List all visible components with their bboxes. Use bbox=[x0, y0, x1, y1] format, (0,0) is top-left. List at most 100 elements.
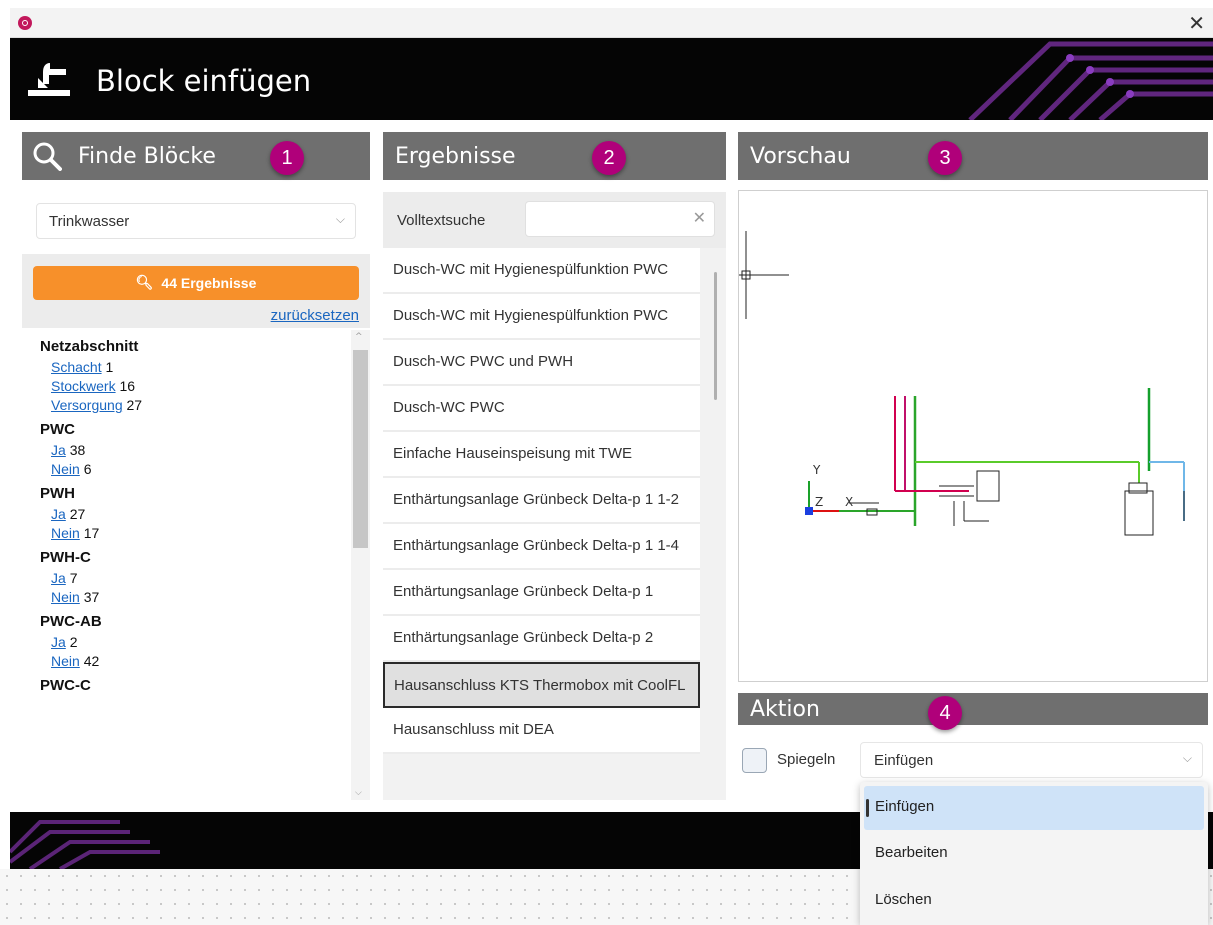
axis-y-label: Y bbox=[812, 463, 821, 477]
facet-count: 38 bbox=[69, 442, 86, 458]
result-item[interactable]: Enthärtungsanlage Grünbeck Delta-p 1 bbox=[383, 570, 700, 616]
result-item[interactable]: Dusch-WC mit Hygienespülfunktion PWC bbox=[383, 248, 700, 294]
dropdown-option-delete[interactable]: Löschen bbox=[860, 877, 1208, 924]
result-item[interactable]: Enthärtungsanlage Grünbeck Delta-p 2 bbox=[383, 616, 700, 662]
preview-title: Vorschau bbox=[750, 143, 851, 169]
action-mode-dropdown: Einfügen Bearbeiten Löschen bbox=[860, 782, 1208, 925]
facet-count: 7 bbox=[69, 570, 78, 586]
chevron-down-icon: ⌵ bbox=[335, 212, 345, 226]
axis-z-label: Z bbox=[815, 495, 823, 509]
step-badge-2: 2 bbox=[592, 141, 626, 175]
facet-title: PWC bbox=[40, 421, 75, 438]
action-header: Aktion bbox=[738, 693, 1208, 725]
fulltext-search-label: Volltextsuche bbox=[397, 212, 486, 229]
facet-title: PWC-C bbox=[40, 677, 91, 694]
results-list: Dusch-WC mit Hygienespülfunktion PWC Dus… bbox=[383, 248, 726, 800]
facet-link[interactable]: Ja bbox=[51, 506, 66, 522]
result-item[interactable]: Enthärtungsanlage Grünbeck Delta-p 1 1-4 bbox=[383, 524, 700, 570]
facet-group: PWC Ja 38 Nein 6 bbox=[22, 421, 352, 477]
facet-link[interactable]: Nein bbox=[51, 461, 80, 477]
results-title: Ergebnisse bbox=[395, 143, 516, 169]
axis-x-label: X bbox=[845, 495, 853, 509]
step-badge-1: 1 bbox=[270, 141, 304, 175]
facet-group: PWH Ja 27 Nein 17 bbox=[22, 485, 352, 541]
facet-row: Ja 38 bbox=[51, 442, 352, 458]
facet-link[interactable]: Ja bbox=[51, 570, 66, 586]
result-item[interactable]: Dusch-WC PWC bbox=[383, 386, 700, 432]
block-drawing: Y Z X bbox=[739, 231, 1185, 536]
find-blocks-header: Finde Blöcke bbox=[22, 132, 370, 180]
facet-row: Nein 6 bbox=[51, 461, 352, 477]
facet-count: 16 bbox=[119, 378, 136, 394]
result-item[interactable]: Dusch-WC PWC und PWH bbox=[383, 340, 700, 386]
result-item[interactable]: Hausanschluss mit DEA bbox=[383, 708, 700, 754]
facet-link[interactable]: Nein bbox=[51, 525, 80, 541]
insert-block-icon bbox=[28, 63, 70, 96]
result-item[interactable]: Dusch-WC mit Hygienespülfunktion PWC bbox=[383, 294, 700, 340]
result-item[interactable]: Einfache Hauseinspeisung mit TWE bbox=[383, 432, 700, 478]
facet-group: PWH-C Ja 7 Nein 37 bbox=[22, 549, 352, 605]
facet-count: 27 bbox=[126, 397, 143, 413]
clear-icon[interactable]: ✕ bbox=[693, 208, 706, 227]
category-select-value: Trinkwasser bbox=[49, 213, 130, 230]
facet-title: PWH-C bbox=[40, 549, 91, 566]
facet-title: PWH bbox=[40, 485, 75, 502]
find-blocks-title: Finde Blöcke bbox=[78, 143, 216, 169]
scroll-up-icon[interactable]: ^ bbox=[355, 332, 363, 342]
window-titlebar: ✕ bbox=[10, 8, 1213, 38]
step-badge-3: 3 bbox=[928, 141, 962, 175]
mirror-checkbox[interactable] bbox=[742, 748, 767, 773]
close-button[interactable]: ✕ bbox=[1188, 11, 1205, 35]
facet-row: Stockwerk 16 bbox=[51, 378, 352, 394]
results-scrollbar[interactable] bbox=[714, 272, 717, 400]
facet-link[interactable]: Schacht bbox=[51, 359, 102, 375]
mirror-label: Spiegeln bbox=[777, 751, 836, 768]
scroll-down-icon[interactable]: ⌵ bbox=[355, 788, 362, 798]
facet-count: 17 bbox=[83, 525, 100, 541]
facet-scrollbar[interactable]: ^ ⌵ bbox=[351, 330, 370, 800]
facet-group: PWC-C bbox=[22, 677, 352, 694]
facet-count: 42 bbox=[83, 653, 100, 669]
results-header: Ergebnisse bbox=[383, 132, 726, 180]
search-results-label: 44 Ergebnisse bbox=[161, 275, 257, 291]
action-mode-value: Einfügen bbox=[874, 752, 934, 769]
chevron-down-icon: ⌵ bbox=[1182, 751, 1192, 765]
step-badge-4: 4 bbox=[928, 696, 962, 730]
facet-row: Ja 2 bbox=[51, 634, 352, 650]
result-item-selected[interactable]: Hausanschluss KTS Thermobox mit CoolFL bbox=[383, 662, 700, 708]
facet-link[interactable]: Nein bbox=[51, 589, 80, 605]
fulltext-search-input[interactable]: ✕ bbox=[525, 201, 715, 237]
block-preview: Y Z X bbox=[738, 190, 1208, 682]
facet-count: 2 bbox=[69, 634, 78, 650]
app-icon bbox=[18, 16, 32, 30]
header-banner: Block einfügen bbox=[10, 38, 1213, 120]
facet-count: 27 bbox=[69, 506, 86, 522]
facet-link[interactable]: Nein bbox=[51, 653, 80, 669]
preview-header: Vorschau bbox=[738, 132, 1208, 180]
search-icon: 🔍︎ bbox=[135, 275, 154, 291]
dropdown-option-edit[interactable]: Bearbeiten bbox=[860, 830, 1208, 877]
scrollbar-thumb[interactable] bbox=[353, 350, 368, 548]
fulltext-search-bar: Volltextsuche ✕ bbox=[383, 192, 726, 248]
result-item[interactable]: Enthärtungsanlage Grünbeck Delta-p 1 1-2 bbox=[383, 478, 700, 524]
action-mode-select[interactable]: Einfügen ⌵ bbox=[860, 742, 1203, 778]
facet-row: Ja 7 bbox=[51, 570, 352, 586]
facet-row: Nein 42 bbox=[51, 653, 352, 669]
dialog-title: Block einfügen bbox=[96, 64, 312, 98]
facet-link[interactable]: Stockwerk bbox=[51, 378, 116, 394]
category-select[interactable]: Trinkwasser ⌵ bbox=[36, 203, 356, 239]
facet-link[interactable]: Ja bbox=[51, 634, 66, 650]
facet-row: Ja 27 bbox=[51, 506, 352, 522]
facet-row: Nein 37 bbox=[51, 589, 352, 605]
facet-title: Netzabschnitt bbox=[40, 338, 139, 355]
facet-group: PWC-AB Ja 2 Nein 42 bbox=[22, 613, 352, 669]
facet-row: Nein 17 bbox=[51, 525, 352, 541]
facet-link[interactable]: Versorgung bbox=[51, 397, 123, 413]
dropdown-option-insert[interactable]: Einfügen bbox=[864, 786, 1204, 830]
search-icon bbox=[33, 142, 62, 171]
facet-link[interactable]: Ja bbox=[51, 442, 66, 458]
reset-filters-link[interactable]: zurücksetzen bbox=[271, 307, 359, 324]
facet-row: Versorgung 27 bbox=[51, 397, 352, 413]
search-results-button[interactable]: 🔍︎ 44 Ergebnisse bbox=[33, 266, 359, 300]
action-title: Aktion bbox=[750, 696, 820, 722]
